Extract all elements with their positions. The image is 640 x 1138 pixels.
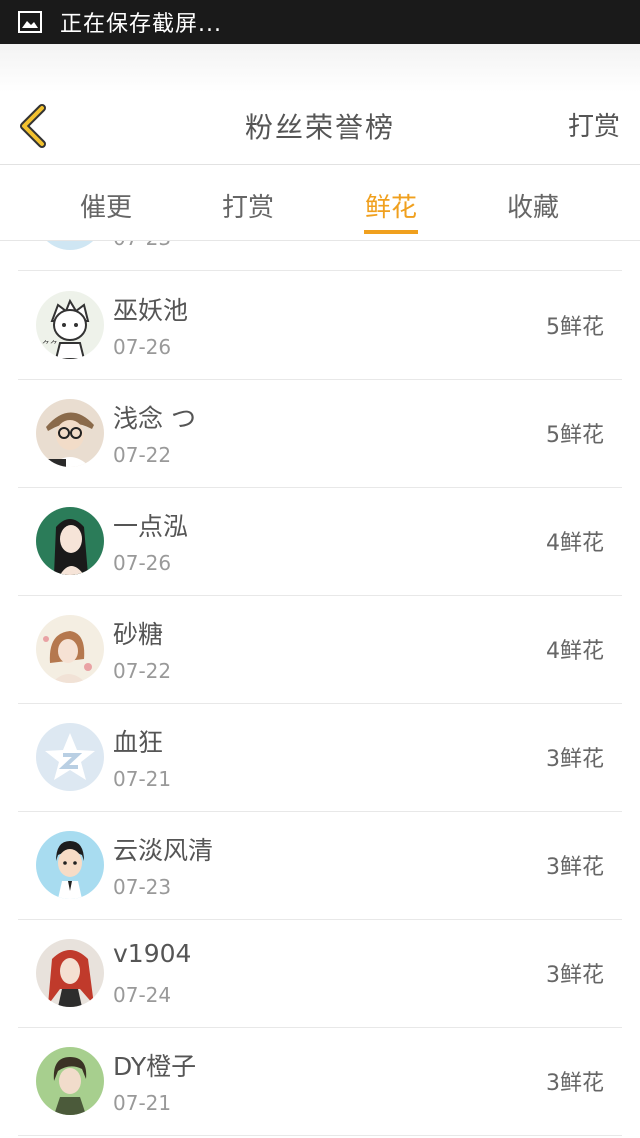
girl-green-avatar-icon <box>36 507 104 575</box>
list-item[interactable]: 血狂 07-21 3鲜花 <box>18 703 622 812</box>
list-item-date: 07-22 <box>113 443 172 467</box>
tab-reward[interactable]: 打赏 <box>198 187 298 224</box>
list-item-date: 07-26 <box>113 551 172 575</box>
reward-button[interactable]: 打赏 <box>568 106 620 143</box>
list-item-name: 云淡风清 <box>113 836 214 865</box>
page-title: 粉丝荣誉榜 <box>244 111 395 144</box>
list-item[interactable]: 07-23 <box>18 241 622 271</box>
list-item-value: 3鲜花 <box>546 963 604 988</box>
glasses-boy-avatar-icon <box>36 399 104 467</box>
list-item-date: 07-21 <box>113 1091 172 1115</box>
list-item[interactable]: 砂糖 07-22 4鲜花 <box>18 595 622 704</box>
qzone-star-avatar-icon <box>36 723 104 791</box>
list-item[interactable]: 一点泓 07-26 4鲜花 <box>18 487 622 596</box>
list-item-value: 3鲜花 <box>546 855 604 880</box>
anime-boy-avatar-icon <box>36 1047 104 1115</box>
list-item-name: DY橙子 <box>113 1052 197 1081</box>
tab-favorites[interactable]: 收藏 <box>483 187 583 224</box>
list-item-name: 血狂 <box>113 728 164 757</box>
list-item-name: 巫妖池 <box>113 296 189 325</box>
list-item-value: 5鲜花 <box>546 315 604 340</box>
list-item-date: 07-23 <box>113 875 172 899</box>
list-item-value: 4鲜花 <box>546 531 604 556</box>
list-item-date: 07-21 <box>113 767 172 791</box>
list-item-date: 07-26 <box>113 335 172 359</box>
image-icon <box>18 9 44 35</box>
status-bar: 正在保存截屏... <box>0 0 640 44</box>
list-item[interactable]: DY橙子 07-21 3鲜花 <box>18 1027 622 1136</box>
tab-flowers[interactable]: 鲜花 <box>341 187 441 224</box>
list-item[interactable]: 浅念 つ 07-22 5鲜花 <box>18 379 622 488</box>
list-item-date: 07-22 <box>113 659 172 683</box>
list-item[interactable]: ⺈⺈ 巫妖池 07-26 5鲜花 <box>18 271 622 380</box>
sketch-character-avatar-icon: ⺈⺈ <box>36 291 104 359</box>
tab-urge[interactable]: 催更 <box>56 187 156 224</box>
list-item-name: 浅念 つ <box>113 404 196 433</box>
list-item-value: 3鲜花 <box>546 747 604 772</box>
list-item-name: 一点泓 <box>113 512 189 541</box>
list-item-date: 07-23 <box>113 241 171 250</box>
list-item-value: 4鲜花 <box>546 639 604 664</box>
list-item-name: 砂糖 <box>113 620 164 649</box>
cartoon-boy-avatar-icon <box>36 831 104 899</box>
girl-flowers-avatar-icon <box>36 615 104 683</box>
list-item-date: 07-24 <box>113 983 172 1007</box>
list-item[interactable]: v1904 07-24 3鲜花 <box>18 919 622 1028</box>
list-item-value: 5鲜花 <box>546 423 604 448</box>
fan-list[interactable]: 07-23 ⺈⺈ 巫妖池 07-26 5鲜花 <box>18 241 622 1138</box>
active-tab-indicator <box>364 230 418 234</box>
red-hair-anime-avatar-icon <box>36 939 104 1007</box>
svg-text:⺈⺈: ⺈⺈ <box>42 339 58 349</box>
status-text: 正在保存截屏... <box>60 12 222 37</box>
list-item-name: v1904 <box>113 939 192 968</box>
list-item-value: 3鲜花 <box>546 1071 604 1096</box>
tab-bar: 催更 打赏 鲜花 收藏 <box>0 165 640 241</box>
header: 粉丝荣誉榜 打赏 <box>0 44 640 165</box>
list-item[interactable]: 云淡风清 07-23 3鲜花 <box>18 811 622 920</box>
partial-avatar-icon <box>36 241 104 250</box>
